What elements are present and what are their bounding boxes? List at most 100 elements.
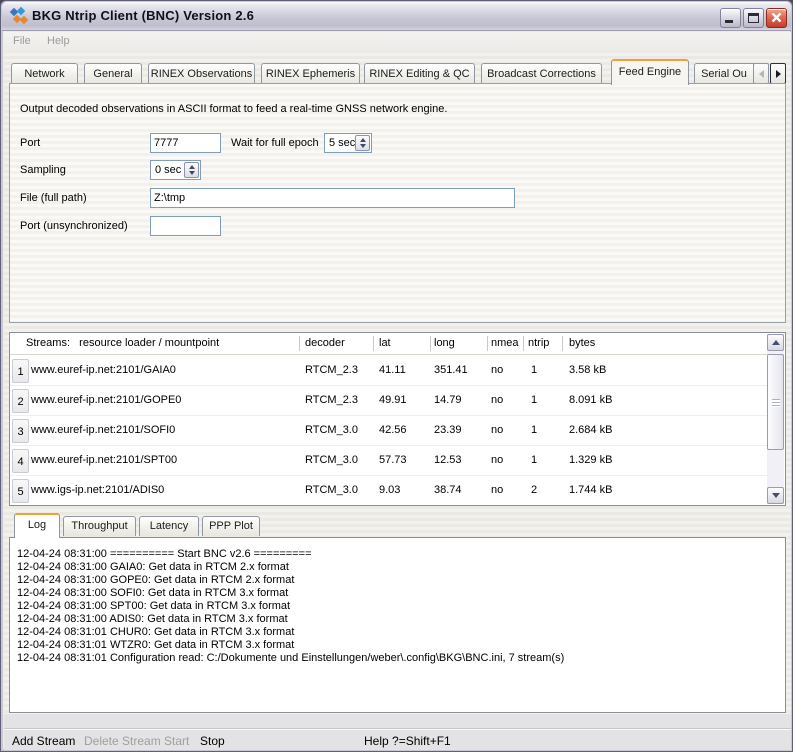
- row-number: 1: [12, 359, 29, 383]
- tab-ppp-plot[interactable]: PPP Plot: [202, 516, 260, 536]
- maximize-button[interactable]: [743, 8, 764, 28]
- table-row[interactable]: 2 www.euref-ip.net:2101/GOPE0 RTCM_2.3 4…: [10, 386, 767, 416]
- log-line: 12-04-24 08:31:00 ========== Start BNC v…: [17, 548, 312, 560]
- sampling-spinner[interactable]: 0 sec: [150, 160, 201, 180]
- column-divider: [523, 336, 524, 351]
- cell-bytes: 1.329 kB: [569, 454, 612, 466]
- column-divider: [299, 336, 300, 351]
- table-row[interactable]: 1 www.euref-ip.net:2101/GAIA0 RTCM_2.3 4…: [10, 356, 767, 386]
- spin-down-icon[interactable]: [189, 171, 195, 175]
- spin-buttons[interactable]: [355, 135, 370, 151]
- tab-log[interactable]: Log: [14, 513, 60, 538]
- tab-serial-output[interactable]: Serial Ou: [694, 63, 754, 84]
- title-bar[interactable]: BKG Ntrip Client (BNC) Version 2.6: [2, 2, 791, 31]
- cell-nmea: no: [491, 424, 503, 436]
- tab-broadcast-corrections[interactable]: Broadcast Corrections: [481, 63, 602, 84]
- cell-decoder: RTCM_2.3: [305, 394, 358, 406]
- menu-bar: File Help: [4, 32, 791, 53]
- port-label: Port: [20, 137, 40, 149]
- help-shortcut-label: Help ?=Shift+F1: [364, 734, 451, 748]
- header-lat[interactable]: lat: [379, 337, 391, 349]
- cell-lat: 49.91: [379, 394, 407, 406]
- tab-throughput[interactable]: Throughput: [63, 516, 136, 536]
- minimize-button[interactable]: [720, 8, 741, 28]
- cell-ntrip: 2: [531, 484, 537, 496]
- tab-rinex-editing-qc[interactable]: RINEX Editing & QC: [364, 63, 475, 84]
- tab-feed-engine[interactable]: Feed Engine: [611, 59, 689, 85]
- app-icon: [10, 8, 27, 25]
- row-number: 5: [12, 479, 29, 503]
- cell-bytes: 8.091 kB: [569, 394, 612, 406]
- streams-table: Streams: resource loader / mountpoint de…: [9, 332, 786, 506]
- tab-rinex-ephemeris[interactable]: RINEX Ephemeris: [261, 63, 360, 84]
- menu-help[interactable]: Help: [47, 35, 70, 47]
- log-line: 12-04-24 08:31:01 WTZR0: Get data in RTC…: [17, 639, 294, 651]
- log-panel[interactable]: 12-04-24 08:31:00 ========== Start BNC v…: [9, 537, 786, 713]
- table-row[interactable]: 4 www.euref-ip.net:2101/SPT00 RTCM_3.0 5…: [10, 446, 767, 476]
- header-long[interactable]: long: [434, 337, 455, 349]
- spin-up-icon[interactable]: [189, 165, 195, 169]
- spin-up-icon[interactable]: [360, 138, 366, 142]
- footer-bar: Add Stream Delete Stream Start Stop Help…: [4, 714, 791, 750]
- spin-buttons[interactable]: [184, 162, 199, 178]
- log-line: 12-04-24 08:31:00 GOPE0: Get data in RTC…: [17, 574, 294, 586]
- close-button[interactable]: [766, 8, 787, 28]
- log-line: 12-04-24 08:31:00 GAIA0: Get data in RTC…: [17, 561, 289, 573]
- table-row[interactable]: 3 www.euref-ip.net:2101/SOFI0 RTCM_3.0 4…: [10, 416, 767, 446]
- client-area: Network General RINEX Observations RINEX…: [4, 53, 791, 750]
- add-stream-button[interactable]: Add Stream: [12, 734, 75, 748]
- cell-nmea: no: [491, 394, 503, 406]
- cell-ntrip: 1: [531, 454, 537, 466]
- cell-long: 14.79: [434, 394, 462, 406]
- cell-mountpoint: www.euref-ip.net:2101/SPT00: [31, 454, 177, 466]
- tab-rinex-observations[interactable]: RINEX Observations: [148, 63, 255, 84]
- log-line: 12-04-24 08:31:00 SOFI0: Get data in RTC…: [17, 587, 288, 599]
- stop-button[interactable]: Stop: [200, 734, 225, 748]
- column-divider: [487, 336, 488, 351]
- log-line: 12-04-24 08:31:01 CHUR0: Get data in RTC…: [17, 626, 294, 638]
- tab-scroll-right-icon: [776, 70, 781, 78]
- menu-file[interactable]: File: [13, 35, 31, 47]
- cell-nmea: no: [491, 364, 503, 376]
- port-input[interactable]: [150, 133, 221, 153]
- streams-table-header[interactable]: Streams: resource loader / mountpoint de…: [10, 333, 767, 355]
- scrollbar-down-button[interactable]: [767, 487, 784, 504]
- tab-latency[interactable]: Latency: [139, 516, 199, 536]
- cell-long: 12.53: [434, 454, 462, 466]
- header-ntrip[interactable]: ntrip: [528, 337, 549, 349]
- delete-stream-button[interactable]: Delete Stream: [84, 734, 161, 748]
- tab-network[interactable]: Network: [11, 63, 78, 84]
- spin-down-icon[interactable]: [360, 144, 366, 148]
- scrollbar-thumb[interactable]: [767, 354, 784, 450]
- cell-long: 38.74: [434, 484, 462, 496]
- cell-decoder: RTCM_2.3: [305, 364, 358, 376]
- scrollbar-up-button[interactable]: [767, 334, 784, 351]
- sampling-value: 0 sec: [155, 164, 181, 176]
- cell-lat: 9.03: [379, 484, 400, 496]
- tab-general[interactable]: General: [84, 63, 142, 84]
- tab-scroll-right-button[interactable]: [770, 63, 786, 84]
- table-row[interactable]: 5 www.igs-ip.net:2101/ADIS0 RTCM_3.0 9.0…: [10, 476, 767, 506]
- cell-lat: 42.56: [379, 424, 407, 436]
- minimize-icon: [725, 20, 733, 23]
- cell-decoder: RTCM_3.0: [305, 424, 358, 436]
- cell-mountpoint: www.igs-ip.net:2101/ADIS0: [31, 484, 164, 496]
- app-window: BKG Ntrip Client (BNC) Version 2.6 File …: [0, 0, 793, 752]
- wait-for-full-epoch-label: Wait for full epoch: [231, 137, 319, 149]
- streams-scrollbar[interactable]: [767, 334, 784, 504]
- cell-mountpoint: www.euref-ip.net:2101/GOPE0: [31, 394, 181, 406]
- tab-scroll-left-button[interactable]: [753, 63, 769, 84]
- header-mountpoint[interactable]: Streams: resource loader / mountpoint: [26, 337, 219, 349]
- column-divider: [373, 336, 374, 351]
- header-bytes[interactable]: bytes: [569, 337, 595, 349]
- cell-bytes: 3.58 kB: [569, 364, 606, 376]
- port-unsynchronized-input[interactable]: [150, 216, 221, 236]
- tab-scroll-left-icon: [759, 70, 764, 78]
- start-button[interactable]: Start: [164, 734, 189, 748]
- header-decoder[interactable]: decoder: [305, 337, 345, 349]
- header-nmea[interactable]: nmea: [491, 337, 519, 349]
- wait-for-full-epoch-spinner[interactable]: 5 sec: [324, 133, 372, 153]
- cell-decoder: RTCM_3.0: [305, 484, 358, 496]
- file-full-path-input[interactable]: [150, 188, 515, 208]
- file-full-path-label: File (full path): [20, 192, 87, 204]
